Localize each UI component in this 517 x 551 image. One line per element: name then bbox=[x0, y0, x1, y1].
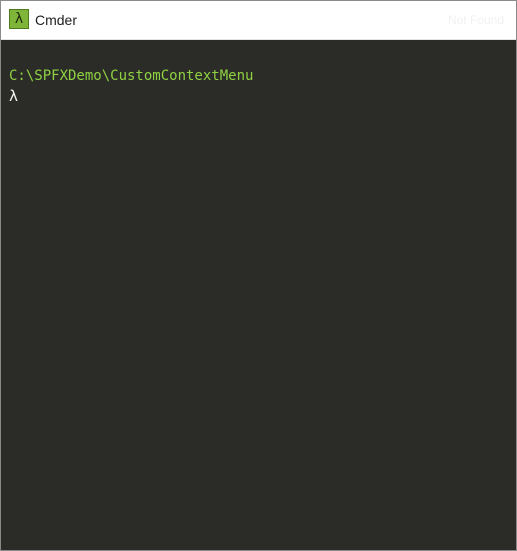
console-area[interactable]: C:\SPFXDemo\CustomContextMenu λ bbox=[1, 40, 516, 550]
window-title: Cmder bbox=[35, 12, 78, 28]
prompt-symbol: λ bbox=[9, 87, 19, 105]
title-bar[interactable]: λ Cmder Not Found bbox=[1, 1, 516, 40]
title-ghost-text: Not Found bbox=[447, 13, 504, 27]
current-directory-path: C:\SPFXDemo\CustomContextMenu bbox=[9, 68, 254, 84]
lambda-icon[interactable]: λ bbox=[9, 9, 29, 29]
cmder-window: λ Cmder Not Found C:\SPFXDemo\CustomCont… bbox=[0, 0, 517, 551]
